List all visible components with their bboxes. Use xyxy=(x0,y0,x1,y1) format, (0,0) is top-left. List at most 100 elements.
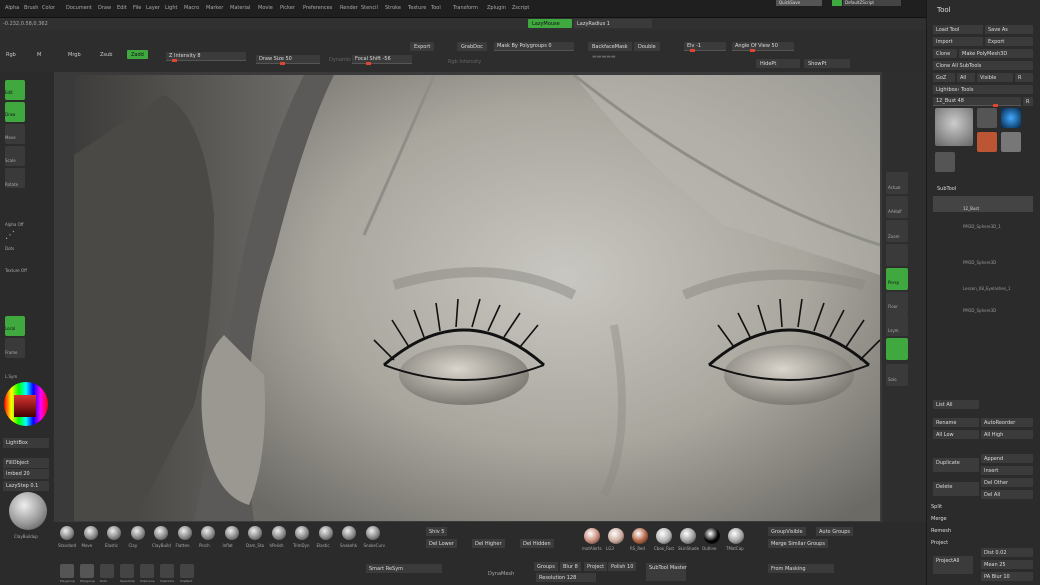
clone-button[interactable]: Clone xyxy=(933,49,957,58)
fillobject-button[interactable]: FillObject xyxy=(3,458,49,468)
lightbox-button[interactable]: LightBox xyxy=(3,438,49,448)
lazystep-slider[interactable]: LazyStep 0.1 xyxy=(3,481,49,491)
brush-thumb[interactable] xyxy=(201,526,215,540)
actual-button[interactable] xyxy=(886,172,908,194)
menu-transform[interactable]: Transform xyxy=(453,5,478,11)
insert-button[interactable]: Insert xyxy=(981,466,1033,475)
blur-slider[interactable]: Blur 8 xyxy=(560,562,581,571)
list-all-button[interactable]: List All xyxy=(933,400,979,409)
append-button[interactable]: Append xyxy=(981,454,1033,463)
double-button[interactable]: Double xyxy=(634,42,660,51)
texture-off-label[interactable]: Texture Off xyxy=(5,268,27,273)
menu-file[interactable]: File xyxy=(133,5,141,11)
rename-button[interactable]: Rename xyxy=(933,418,979,427)
dist-slider[interactable]: Dist 0.02 xyxy=(981,548,1033,557)
xyz-button[interactable] xyxy=(886,338,908,360)
menu-document[interactable]: Document xyxy=(66,5,92,11)
material-thumb[interactable] xyxy=(680,528,696,544)
brush-thumb[interactable] xyxy=(177,526,192,540)
from-masking-button[interactable]: From Masking xyxy=(768,564,834,573)
zsub-toggle[interactable]: Zsub xyxy=(100,52,112,58)
solo-button[interactable] xyxy=(886,364,908,386)
load-tool-button[interactable]: Load Tool xyxy=(933,25,983,34)
draw-size-slider[interactable]: Draw Size 50 xyxy=(256,55,320,65)
pa-blur-slider[interactable]: PA Blur 10 xyxy=(981,572,1033,581)
tool-thumb-legs[interactable] xyxy=(935,152,955,172)
auto-groups-button[interactable]: Auto Groups xyxy=(816,527,854,536)
goz-r-button[interactable]: R xyxy=(1015,73,1033,82)
project-toggle[interactable]: Project xyxy=(584,562,608,571)
menu-draw[interactable]: Draw xyxy=(98,5,111,11)
backface-mask-button[interactable]: BackfaceMask xyxy=(588,42,632,51)
move-view-button[interactable] xyxy=(886,244,908,266)
aahalf-button[interactable] xyxy=(886,196,908,218)
subtool-item[interactable]: PM3D_Sphere3D xyxy=(933,256,1033,272)
all-low-button[interactable]: All Low xyxy=(933,430,979,439)
make-polymesh-button[interactable]: Make PolyMesh3D xyxy=(959,49,1033,58)
del-other-button[interactable]: Del Other xyxy=(981,478,1033,487)
m-toggle[interactable]: M xyxy=(37,52,41,58)
bottom-tool-icon[interactable] xyxy=(80,564,94,578)
material-thumb[interactable] xyxy=(608,528,624,544)
angle-of-view-slider[interactable]: Angle Of View 50 xyxy=(732,42,794,52)
goz-all-button[interactable]: All xyxy=(957,73,975,82)
menu-marker[interactable]: Marker xyxy=(206,5,223,11)
lightbox-tools-button[interactable]: Lightbox› Tools xyxy=(933,85,1033,94)
alpha-off-label[interactable]: Alpha Off xyxy=(5,222,24,227)
all-high-button[interactable]: All High xyxy=(981,430,1033,439)
imbed-slider[interactable]: Imbed 20 xyxy=(3,469,49,479)
delete-button[interactable]: Delete xyxy=(933,482,979,496)
menu-movie[interactable]: Movie xyxy=(258,5,273,11)
mean-slider[interactable]: Mean 25 xyxy=(981,560,1033,569)
subtool-item[interactable]: 12_Bust xyxy=(933,196,1033,212)
persp-button[interactable] xyxy=(886,268,908,290)
menu-stencil[interactable]: Stencil xyxy=(361,5,378,11)
slider-knob[interactable] xyxy=(366,62,371,65)
viewport[interactable] xyxy=(54,72,882,522)
slider-knob[interactable] xyxy=(280,62,285,65)
lazymouse-button[interactable]: LazyMouse xyxy=(528,19,572,28)
shiv-slider[interactable]: Shiv 5 xyxy=(426,527,448,536)
menu-zplugin[interactable]: Zplugin xyxy=(487,5,506,11)
subtool-item[interactable]: PM3D_Sphere3D_1 xyxy=(933,220,1033,236)
brush-thumb[interactable] xyxy=(154,526,168,540)
brush-thumb[interactable] xyxy=(365,526,380,540)
mask-by-polygroups-slider[interactable]: Mask By Polygroups 0 xyxy=(494,42,574,51)
menu-edit[interactable]: Edit xyxy=(117,5,127,11)
tool-thumb-simplebrush[interactable] xyxy=(977,132,997,152)
project-section[interactable]: Project xyxy=(931,540,948,546)
rgb-toggle[interactable]: Rgb xyxy=(6,52,16,58)
menu-texture[interactable]: Texture xyxy=(408,5,426,11)
slider-knob[interactable] xyxy=(750,49,755,52)
del-hidden-button[interactable]: Del Hidden xyxy=(520,539,554,548)
r-button[interactable]: R xyxy=(1023,97,1033,106)
rgb-intensity-label[interactable]: Rgb Intensity xyxy=(448,59,481,65)
z-intensity-slider[interactable]: Z Intensity 8 xyxy=(166,52,246,62)
brush-thumb[interactable] xyxy=(342,526,356,540)
groupvisible-button[interactable]: GroupVisible xyxy=(768,527,806,536)
menu-macro[interactable]: Macro xyxy=(184,5,199,11)
material-thumb[interactable] xyxy=(632,528,648,544)
brush-thumb[interactable] xyxy=(248,526,262,540)
frame-button[interactable] xyxy=(5,338,25,358)
goz-visible-button[interactable]: Visible xyxy=(977,73,1013,82)
dots-stroke-icon[interactable]: ⋰ xyxy=(5,230,15,241)
tool-thumb-eraserbrush[interactable] xyxy=(1001,132,1021,152)
current-brush-icon[interactable] xyxy=(9,492,47,530)
zadd-toggle[interactable]: Zadd xyxy=(127,50,148,59)
tool-thumb-alphabrush[interactable] xyxy=(1001,108,1021,128)
menu-color[interactable]: Color xyxy=(42,5,55,11)
default-zscript-button[interactable]: DefaultZScript xyxy=(843,0,901,6)
menu-brush[interactable]: Brush xyxy=(24,5,38,11)
bottom-tool-icon[interactable] xyxy=(120,564,134,578)
dynamesh-label[interactable]: DynaMesh xyxy=(488,571,514,577)
remesh-section[interactable]: Remesh xyxy=(931,528,951,534)
merge-section[interactable]: Merge xyxy=(931,516,947,522)
menu-preferences[interactable]: Preferences xyxy=(303,5,332,11)
merge-similar-groups-button[interactable]: Merge Similar Groups xyxy=(768,539,828,548)
export-tool-button[interactable]: Export xyxy=(985,37,1033,46)
menu-zscript[interactable]: Zscript xyxy=(512,5,529,11)
sculpt-canvas[interactable] xyxy=(74,75,880,521)
brush-thumb[interactable] xyxy=(130,526,145,540)
current-tool-slider[interactable]: 12_Bust 48 xyxy=(933,97,1021,107)
